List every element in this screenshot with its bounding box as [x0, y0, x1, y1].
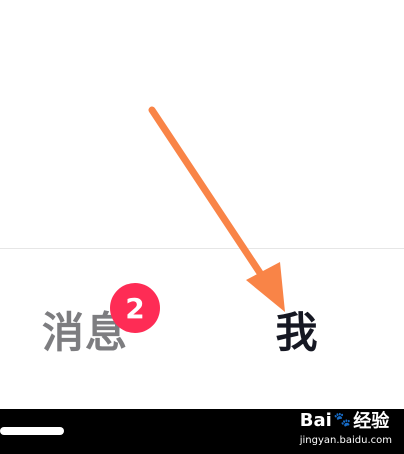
tab-me[interactable]: 我	[252, 301, 342, 365]
app-screen: 消息 我 2 Bai 🐾 经验 jingyan.baidu.com	[0, 0, 404, 454]
home-indicator[interactable]	[0, 427, 64, 435]
content-area	[0, 0, 404, 248]
system-home-bar	[0, 409, 404, 454]
bottom-tab-bar: 消息 我	[0, 249, 404, 409]
messages-unread-badge: 2	[110, 283, 160, 333]
tab-me-label: 我	[275, 308, 319, 357]
